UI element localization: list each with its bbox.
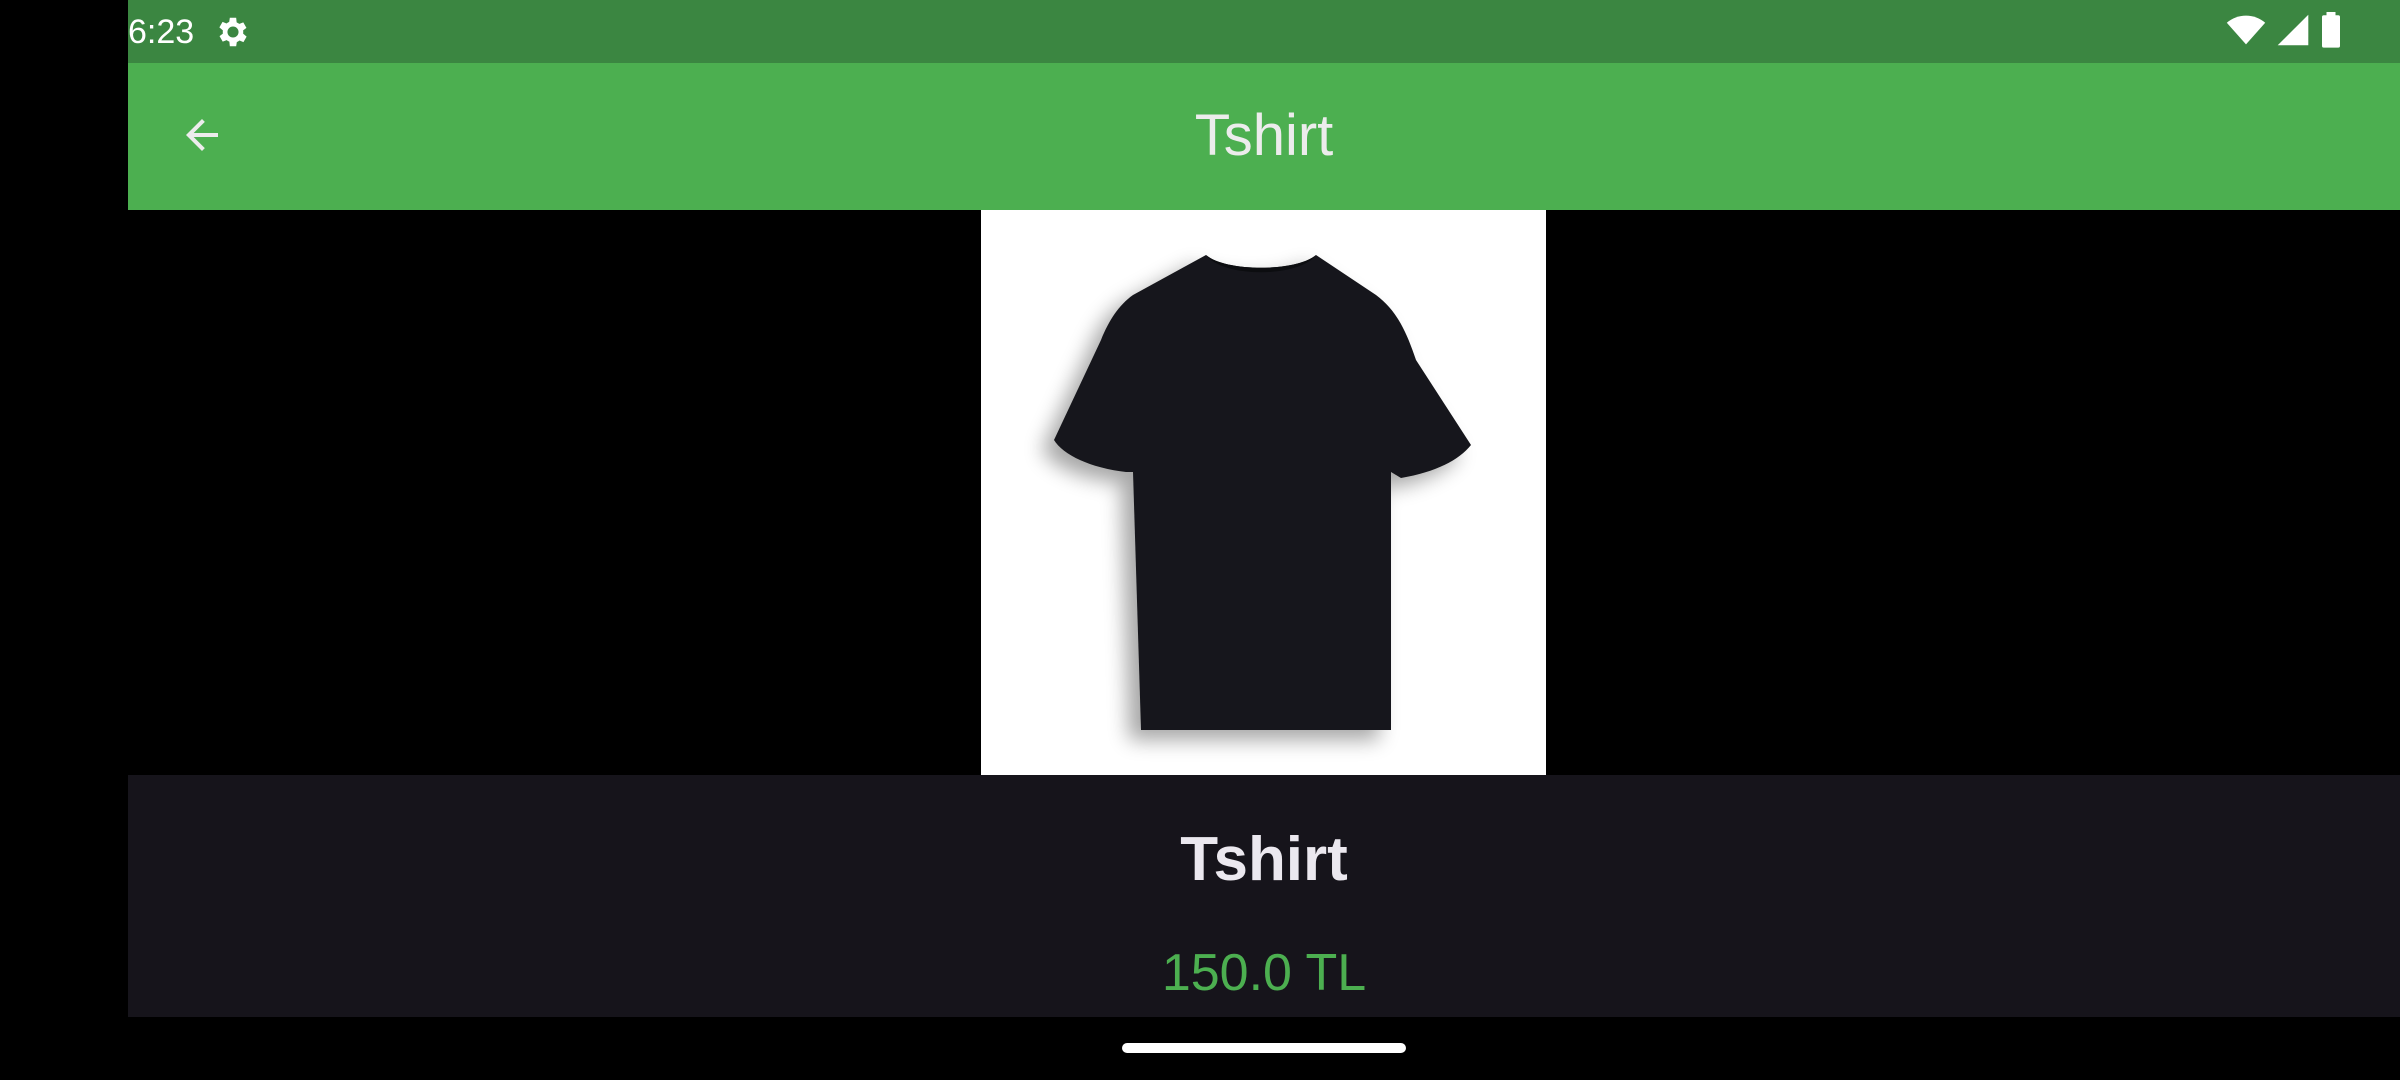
home-indicator[interactable] [1122,1043,1406,1053]
status-time: 6:23 [128,13,195,51]
product-price: 150.0 TL [1161,944,1367,1002]
status-bar: 6:23 [128,0,2400,63]
page-title: Tshirt [1194,103,1334,168]
wifi-icon [2226,14,2266,51]
product-details-panel: Tshirt 150.0 TL [128,775,2400,1017]
product-name: Tshirt [1180,825,1348,894]
product-image [981,210,1546,775]
app-screen: 6:23 Tshirt Tshirt 150.0 TL [128,0,2400,1080]
signal-icon [2276,13,2310,52]
gear-icon [214,13,252,51]
battery-icon [2320,11,2342,53]
app-bar: Tshirt [128,63,2400,210]
status-icons [2226,11,2342,53]
